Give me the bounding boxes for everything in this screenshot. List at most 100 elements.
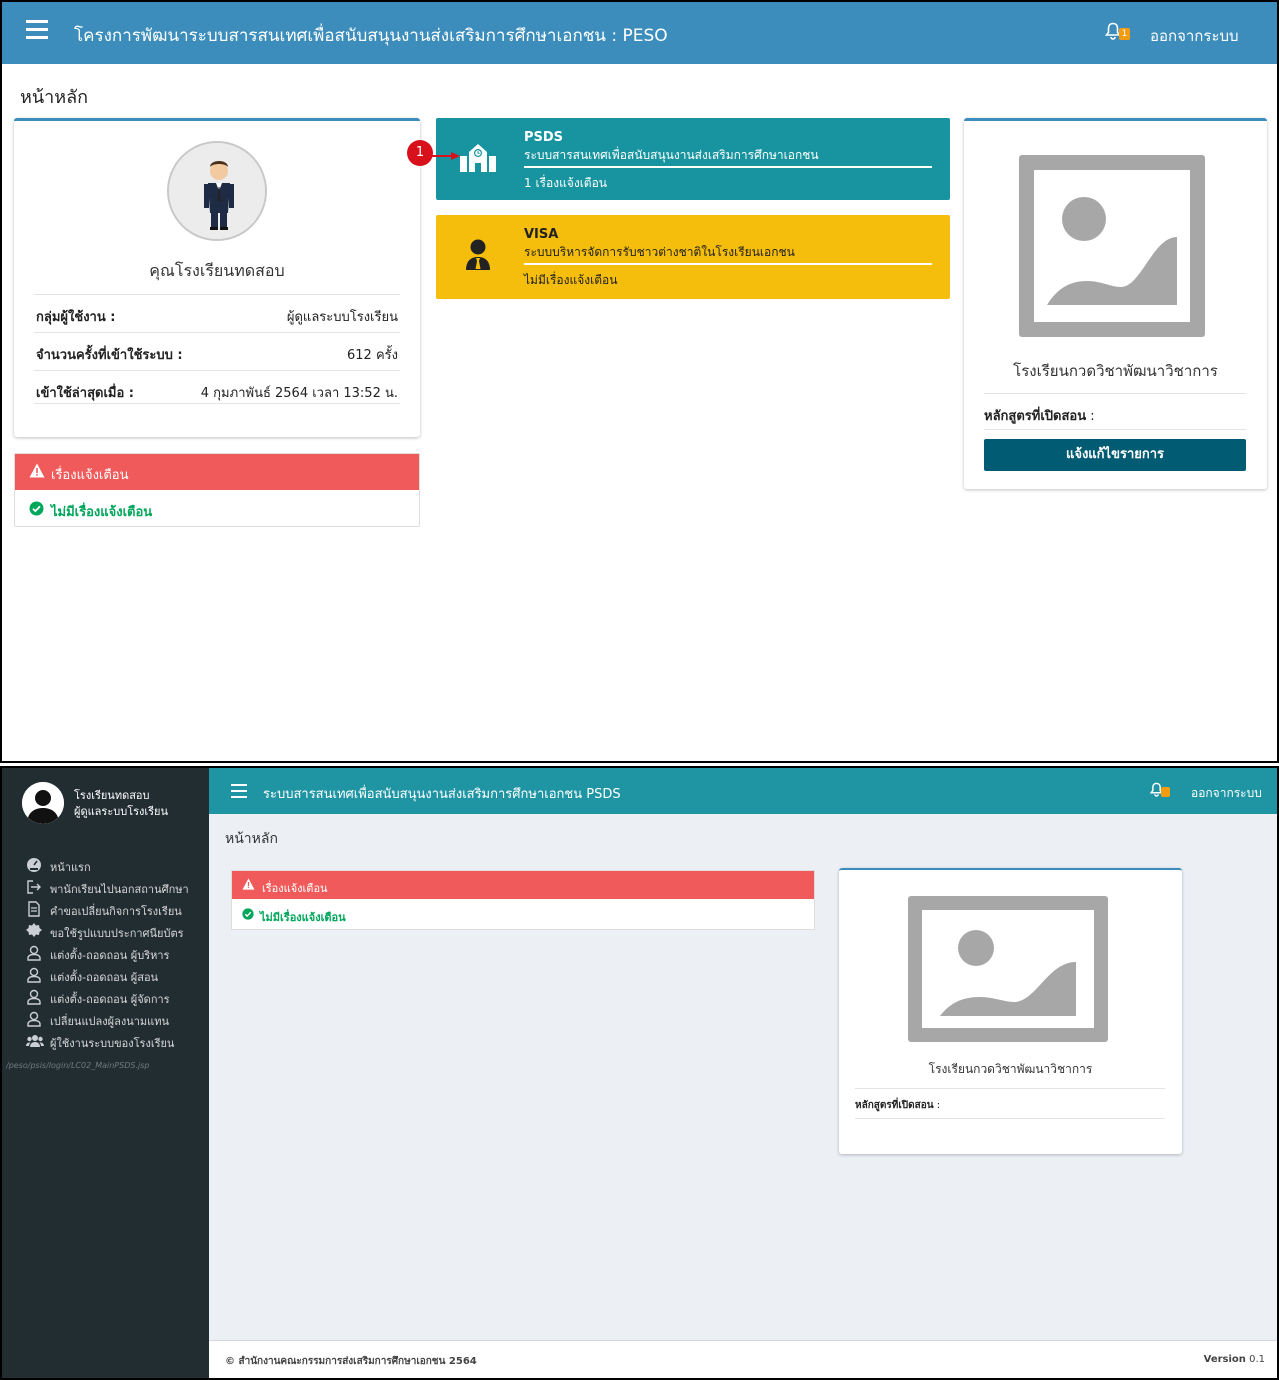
sidebar-menu: หน้าแรก พานักเรียนไปนอกสถานศึกษา คำขอเปล… <box>2 854 209 1052</box>
sidebar-item-business-change[interactable]: คำขอเปลี่ยนกิจการโรงเรียน <box>2 898 209 920</box>
user-icon <box>26 945 42 961</box>
sidebar-item-manager[interactable]: แต่งตั้ง-ถอดถอน ผู้จัดการ <box>2 986 209 1008</box>
user-tie-icon <box>466 239 490 271</box>
course-label-colon: : <box>933 1100 941 1111</box>
alert-title: เรื่องแจ้งเตือน <box>51 468 129 483</box>
logout-link[interactable]: ออกจากระบบ <box>1191 784 1262 803</box>
step-marker: 1 <box>407 140 433 166</box>
alert-body-text: ไม่มีเรื่องแจ้งเตือน <box>260 911 346 924</box>
user-panel: โรงเรียนทดสอบ ผู้ดูแลระบบโรงเรียน <box>2 768 209 848</box>
sidebar-item-field-trip[interactable]: พานักเรียนไปนอกสถานศึกษา <box>2 876 209 898</box>
profile-name: คุณโรงเรียนทดสอบ <box>149 261 285 280</box>
course-label-text: หลักสูตรที่เปิดสอน <box>855 1100 934 1111</box>
menu-toggle-icon[interactable] <box>231 784 247 802</box>
check-circle-icon <box>29 501 44 516</box>
sidebar-item-label: คำขอเปลี่ยนกิจการโรงเรียน <box>50 905 182 918</box>
divider <box>34 403 400 404</box>
sidebar-item-school-users[interactable]: ผู้ใช้งานระบบของโรงเรียน <box>2 1030 209 1052</box>
psds-header: ระบบสารสนเทศเพื่อสนับสนุนงานส่งเสริมการศ… <box>209 768 1277 814</box>
sidebar-item-label: ผู้ใช้งานระบบของโรงเรียน <box>50 1037 175 1050</box>
warning-icon <box>29 463 45 478</box>
page-title: หน้าหลัก <box>225 831 278 847</box>
school-card: โรงเรียนกวดวิชาพัฒนาวิชาการ หลักสูตรที่เ… <box>964 118 1267 489</box>
school-name: โรงเรียนกวดวิชาพัฒนาวิชาการ <box>1013 362 1218 380</box>
avatar <box>22 782 64 824</box>
alert-panel: เรื่องแจ้งเตือน ไม่มีเรื่องแจ้งเตือน <box>231 870 815 930</box>
sidebar-item-label: พานักเรียนไปนอกสถานศึกษา <box>50 883 189 896</box>
sidebar-item-label: ขอใช้รูปแบบประกาศนียบัตร <box>50 927 184 940</box>
tile-title: PSDS <box>524 130 564 145</box>
info-label: เข้าใช้ล่าสุดเมื่อ : <box>36 386 134 401</box>
course-label-colon: : <box>1086 409 1095 424</box>
version-number: 0.1 <box>1249 1354 1265 1365</box>
report-edit-button[interactable]: แจ้งแก้ไขรายการ <box>984 439 1246 471</box>
menu-toggle-icon[interactable] <box>26 20 48 44</box>
warning-icon <box>242 878 255 890</box>
psds-screen: โรงเรียนทดสอบ ผู้ดูแลระบบโรงเรียน หน้าแร… <box>0 766 1279 1380</box>
alert-panel: เรื่องแจ้งเตือน ไม่มีเรื่องแจ้งเตือน <box>14 453 420 527</box>
image-placeholder-icon <box>908 896 1108 1042</box>
tile-note: 1 เรื่องแจ้งเตือน <box>524 176 607 190</box>
course-label: หลักสูตรที่เปิดสอน : <box>855 1098 940 1113</box>
check-circle-icon <box>242 908 254 920</box>
tile-note: ไม่มีเรื่องแจ้งเตือน <box>524 273 618 287</box>
version-label: Version <box>1203 1354 1246 1365</box>
image-placeholder-icon <box>1019 155 1205 337</box>
page-path: /peso/psis/login/LC02_MainPSDS.jsp <box>6 1061 150 1070</box>
sidebar-item-certificate[interactable]: ขอใช้รูปแบบประกาศนียบัตร <box>2 920 209 942</box>
sidebar: โรงเรียนทดสอบ ผู้ดูแลระบบโรงเรียน หน้าแร… <box>2 768 209 1378</box>
app-title: โครงการพัฒนาระบบสารสนเทศเพื่อสนับสนุนงาน… <box>74 26 668 46</box>
sidebar-item-label: เปลี่ยนแปลงผู้ลงนามแทน <box>50 1015 169 1028</box>
sidebar-item-label: แต่งตั้ง-ถอดถอน ผู้บริหาร <box>50 949 170 962</box>
info-row-login-count: จำนวนครั้งที่เข้าใช้ระบบ : 612 ครั้ง <box>34 332 400 370</box>
tile-subtitle: ระบบบริหารจัดการรับชาวต่างชาติในโรงเรียน… <box>524 245 795 259</box>
user-icon <box>26 1011 42 1027</box>
school-icon <box>458 140 498 174</box>
sidebar-item-executive[interactable]: แต่งตั้ง-ถอดถอน ผู้บริหาร <box>2 942 209 964</box>
peso-portal-screen: โครงการพัฒนาระบบสารสนเทศเพื่อสนับสนุนงาน… <box>0 0 1279 763</box>
tile-subtitle: ระบบสารสนเทศเพื่อสนับสนุนงานส่งเสริมการศ… <box>524 148 819 162</box>
tile-title: VISA <box>524 227 559 242</box>
page-title: หน้าหลัก <box>20 87 89 108</box>
arrow-icon <box>431 152 461 160</box>
info-value: 4 กุมภาพันธ์ 2564 เวลา 13:52 น. <box>200 386 398 401</box>
copyright-text: © สำนักงานคณะกรรมการส่งเสริมการศึกษาเอกช… <box>225 1356 477 1367</box>
info-label: กลุ่มผู้ใช้งาน : <box>36 310 116 325</box>
user-icon <box>26 989 42 1005</box>
sign-out-icon <box>26 879 42 895</box>
info-label: จำนวนครั้งที่เข้าใช้ระบบ : <box>36 348 183 363</box>
tile-divider <box>524 166 932 168</box>
divider <box>984 429 1246 430</box>
psds-tile[interactable]: PSDS ระบบสารสนเทศเพื่อสนับสนุนงานส่งเสริ… <box>436 118 950 200</box>
notification-badge <box>1161 787 1170 797</box>
notification-badge: 1 <box>1119 28 1130 40</box>
avatar <box>167 141 267 241</box>
main-content: หน้าหลัก เรื่องแจ้งเตือน ไม่มีเรื่องแจ้ง… <box>209 814 1277 1340</box>
document-icon <box>26 901 42 917</box>
divider <box>984 393 1246 394</box>
certificate-icon <box>26 923 42 939</box>
visa-tile[interactable]: VISA ระบบบริหารจัดการรับชาวต่างชาติในโรง… <box>436 215 950 299</box>
info-value: 612 ครั้ง <box>347 348 398 363</box>
users-icon <box>26 1033 44 1049</box>
logout-link[interactable]: ออกจากระบบ <box>1150 24 1239 48</box>
info-value: ผู้ดูแลระบบโรงเรียน <box>286 310 398 325</box>
tile-divider <box>524 263 932 265</box>
user-icon <box>26 967 42 983</box>
version-text: Version 0.1 <box>1204 1354 1265 1365</box>
app-title: ระบบสารสนเทศเพื่อสนับสนุนงานส่งเสริมการศ… <box>263 787 621 802</box>
course-label: หลักสูตรที่เปิดสอน : <box>984 405 1095 426</box>
sidebar-item-label: แต่งตั้ง-ถอดถอน ผู้สอน <box>50 971 159 984</box>
sidebar-item-home[interactable]: หน้าแรก <box>2 854 209 876</box>
divider <box>855 1118 1165 1119</box>
alert-header: เรื่องแจ้งเตือน <box>15 454 419 490</box>
sidebar-item-signatory[interactable]: เปลี่ยนแปลงผู้ลงนามแทน <box>2 1008 209 1030</box>
divider <box>855 1088 1165 1089</box>
school-card: โรงเรียนกวดวิชาพัฒนาวิชาการ หลักสูตรที่เ… <box>839 868 1182 1154</box>
user-role: ผู้ดูแลระบบโรงเรียน <box>74 805 169 818</box>
profile-card: คุณโรงเรียนทดสอบ กลุ่มผู้ใช้งาน : ผู้ดูแ… <box>14 118 420 437</box>
top-navbar: โครงการพัฒนาระบบสารสนเทศเพื่อสนับสนุนงาน… <box>2 2 1277 64</box>
sidebar-item-teacher[interactable]: แต่งตั้ง-ถอดถอน ผู้สอน <box>2 964 209 986</box>
sidebar-item-label: หน้าแรก <box>50 861 91 874</box>
school-name: โรงเรียนกวดวิชาพัฒนาวิชาการ <box>928 1062 1093 1076</box>
